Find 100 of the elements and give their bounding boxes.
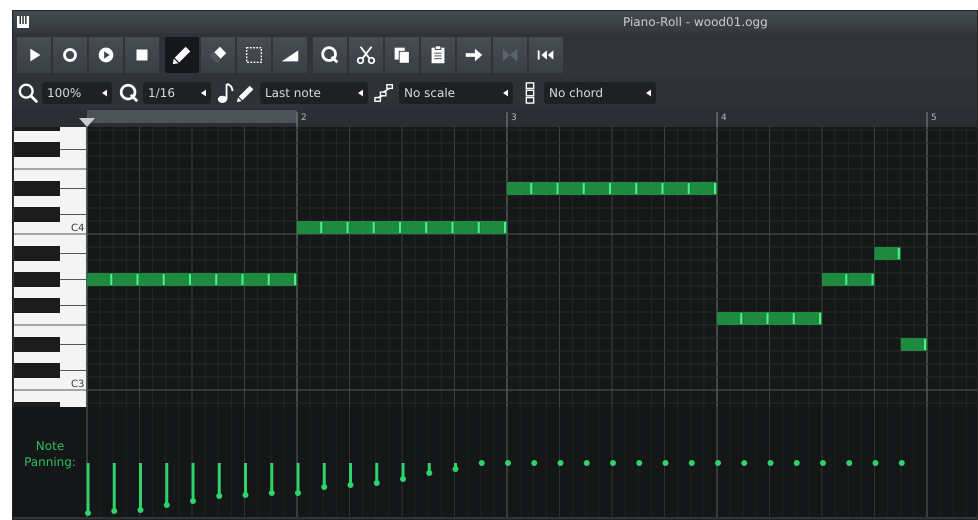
arrow-button[interactable] [457, 37, 491, 73]
panning-handle[interactable] [478, 460, 485, 466]
panning-handle[interactable] [505, 460, 511, 466]
note-block[interactable] [87, 273, 114, 286]
quantize-icon [118, 82, 140, 104]
panning-handle[interactable] [558, 460, 564, 466]
panning-handle[interactable] [715, 460, 721, 466]
note-block[interactable] [113, 273, 140, 286]
zoom-icon [17, 82, 39, 104]
note-block[interactable] [586, 182, 612, 195]
copy-button[interactable] [385, 37, 419, 73]
key-label: C4 [71, 223, 84, 234]
note-block[interactable] [743, 312, 770, 325]
panning-handle[interactable] [610, 460, 616, 466]
panning-handle[interactable] [138, 463, 144, 513]
panning-handle[interactable] [584, 460, 590, 466]
panning-handle[interactable] [190, 463, 196, 504]
panning-handle[interactable] [662, 460, 668, 466]
note-block[interactable] [297, 221, 324, 234]
draw-mode-button[interactable] [165, 37, 199, 73]
note-length-combo[interactable]: Last note [260, 82, 368, 104]
panning-handle[interactable] [295, 463, 301, 496]
erase-mode-button[interactable] [201, 37, 235, 73]
note-block[interactable] [533, 182, 560, 195]
note-block[interactable] [454, 221, 481, 234]
select-mode-button[interactable] [237, 37, 271, 73]
key-label: C3 [71, 379, 84, 390]
panning-handle[interactable] [846, 460, 852, 466]
pencil-icon [171, 44, 193, 66]
note-block[interactable] [848, 273, 874, 286]
caret-icon [503, 89, 508, 97]
panning-handle[interactable] [111, 463, 118, 514]
position-marker[interactable] [79, 118, 95, 127]
note-block[interactable] [822, 273, 848, 286]
note-block[interactable] [507, 182, 534, 195]
note-block[interactable] [612, 182, 638, 195]
note-block[interactable] [690, 182, 717, 195]
panning-handle[interactable] [531, 460, 538, 466]
scale-icon [374, 82, 396, 104]
panning-handle[interactable] [820, 460, 826, 466]
detune-mode-button[interactable] [273, 37, 307, 73]
paste-button[interactable] [421, 37, 455, 73]
panning-handle[interactable] [400, 463, 406, 482]
panning-handle[interactable] [242, 463, 248, 498]
note-block[interactable] [244, 273, 271, 286]
note-block[interactable] [770, 312, 796, 325]
panning-handle[interactable] [85, 463, 91, 516]
note-block[interactable] [560, 182, 586, 195]
panning-handle[interactable] [872, 460, 878, 466]
note-block[interactable] [192, 273, 218, 286]
panning-handle[interactable] [268, 463, 275, 496]
panning-handle[interactable] [636, 460, 642, 466]
record-play-button[interactable] [89, 37, 123, 73]
note-block[interactable] [796, 312, 822, 325]
scale-combo[interactable]: No scale [399, 82, 513, 104]
panning-handle[interactable] [426, 463, 432, 476]
quantize-button[interactable] [313, 37, 347, 73]
note-block[interactable] [664, 182, 691, 195]
panning-handle[interactable] [374, 463, 380, 486]
chord-combo[interactable]: No chord [544, 82, 656, 104]
quantize-combo[interactable]: 1/16 [143, 82, 211, 104]
note-block[interactable] [376, 221, 402, 234]
bar-number: 5 [931, 113, 937, 123]
scissors-icon [355, 44, 377, 66]
panning-handle[interactable] [741, 460, 748, 466]
panning-handle[interactable] [321, 463, 328, 490]
panning-handle[interactable] [768, 460, 774, 466]
note-block[interactable] [323, 221, 350, 234]
note-block[interactable] [874, 247, 901, 260]
note-block[interactable] [717, 312, 744, 325]
panning-handle[interactable] [898, 460, 905, 466]
note-block[interactable] [480, 221, 507, 234]
panning-handle[interactable] [794, 460, 800, 466]
panning-handle[interactable] [452, 463, 458, 472]
bar-number: 3 [511, 113, 517, 123]
stop-button[interactable] [125, 37, 159, 73]
bar-number: 4 [721, 113, 727, 123]
note-block[interactable] [218, 273, 244, 286]
bar-number: 2 [301, 113, 307, 123]
rewind-button[interactable] [529, 37, 563, 73]
quantize-icon [319, 44, 341, 66]
play-button[interactable] [17, 37, 51, 73]
note-block[interactable] [402, 221, 428, 234]
note-block[interactable] [428, 221, 454, 234]
note-block[interactable] [900, 338, 927, 351]
panning-handle[interactable] [688, 460, 695, 466]
panning-handle[interactable] [164, 463, 170, 508]
note-block[interactable] [140, 273, 166, 286]
note-block[interactable] [166, 273, 192, 286]
panning-handle[interactable] [216, 463, 222, 499]
panning-label: Note Panning: [24, 439, 76, 469]
record-button[interactable] [53, 37, 87, 73]
note-block[interactable] [638, 182, 664, 195]
piano-icon [17, 16, 29, 28]
zoom-combo[interactable]: 100% [42, 82, 112, 104]
piano-keyboard[interactable] [14, 127, 86, 407]
note-block[interactable] [350, 221, 376, 234]
cut-button[interactable] [349, 37, 383, 73]
note-block[interactable] [270, 273, 297, 286]
panning-handle[interactable] [348, 463, 354, 488]
